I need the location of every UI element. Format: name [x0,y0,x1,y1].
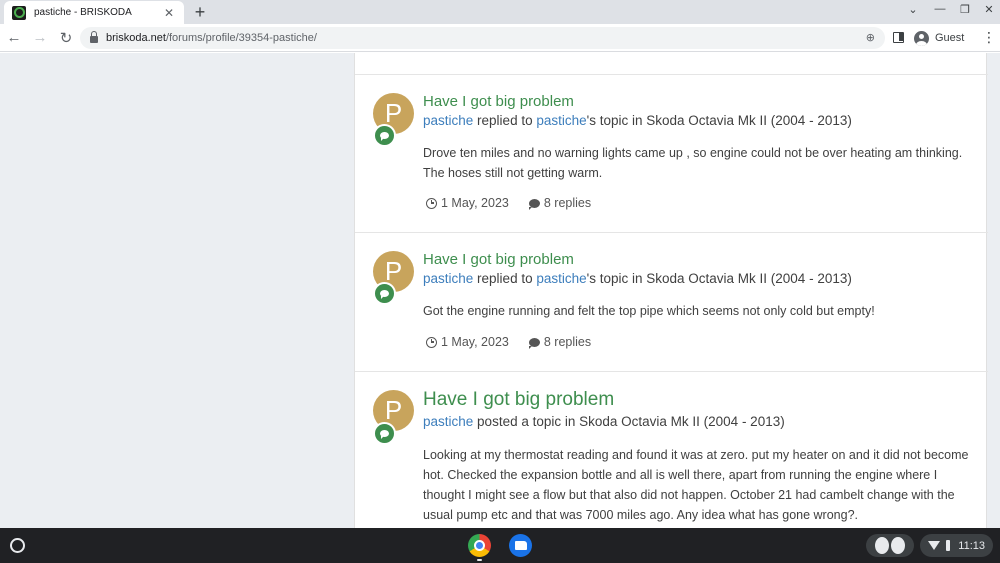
browser-tab[interactable]: pastiche - BRISKODA ✕ [4,1,184,24]
activity-item: P Have I got big problem pastiche posted… [355,372,988,528]
post-date[interactable]: 1 May, 2023 [441,335,509,349]
zoom-icon[interactable]: ⊕ [866,31,875,44]
page-viewport: P Have I got big problem pastiche replie… [0,53,1000,528]
topic-owner-link[interactable]: pastiche [536,113,586,128]
author-link[interactable]: pastiche [423,113,473,128]
restore-icon[interactable]: ❐ [955,3,975,16]
topic-suffix: 's topic in Skoda Octavia Mk II (2004 - … [586,113,852,128]
post-title-link[interactable]: Have I got big problem [423,389,614,411]
side-panel-icon[interactable] [893,32,904,43]
holding-space-tray[interactable] [866,534,914,557]
post-title-link[interactable]: Have I got big problem [423,251,574,268]
guest-avatar-icon [914,30,929,46]
activity-stream: P Have I got big problem pastiche replie… [354,53,988,528]
post-stats: 1 May, 2023 8 replies [426,335,591,349]
url-host: briskoda.net [106,32,166,44]
lock-icon[interactable] [90,31,98,43]
os-shelf: 11:13 [0,528,1000,563]
chrome-app-icon[interactable] [468,534,491,557]
post-meta: pastiche replied to pastiche's topic in … [423,113,852,128]
address-bar[interactable]: briskoda.net/forums/profile/39354-pastic… [80,27,885,49]
reply-count: 8 replies [543,196,592,210]
reply-badge [373,124,396,147]
status-tray[interactable]: 11:13 [920,534,993,557]
clock-icon [426,336,437,348]
post-body: Got the engine running and felt the top … [423,304,875,318]
profile-button[interactable]: Guest [912,28,970,48]
author-link[interactable]: pastiche [423,414,473,429]
comment-icon [528,198,540,210]
system-clock: 11:13 [958,539,985,552]
post-title-link[interactable]: Have I got big problem [423,93,574,110]
activity-item: P Have I got big problem pastiche replie… [355,75,988,232]
launcher-icon[interactable] [10,538,25,553]
running-indicator [477,559,482,561]
clock-icon [426,197,437,209]
activity-item: P Have I got big problem pastiche replie… [355,233,988,371]
post-date[interactable]: 1 May, 2023 [441,196,509,210]
reply-count: 8 replies [543,335,592,349]
browser-toolbar: ← → ↻ briskoda.net/forums/profile/39354-… [0,24,1000,52]
minimize-icon[interactable]: — [930,3,950,15]
close-window-icon[interactable]: ✕ [979,3,999,16]
reload-icon[interactable]: ↻ [54,26,78,50]
profile-label: Guest [935,32,965,44]
battery-icon [946,540,951,551]
topic-suffix: 's topic in Skoda Octavia Mk II (2004 - … [586,271,852,286]
action-text: replied to [473,113,537,128]
menu-dots-icon[interactable]: ⋮ [982,30,996,44]
action-text: posted a topic in Skoda Octavia Mk II (2… [473,414,785,429]
tab-title: pastiche - BRISKODA [34,7,132,18]
reply-badge [373,282,396,305]
forward-icon[interactable]: → [28,26,52,50]
comment-icon [380,290,389,299]
author-link[interactable]: pastiche [423,271,473,286]
tab-search-icon[interactable]: ⌄ [903,3,923,16]
tab-close-icon[interactable]: ✕ [162,6,176,20]
wifi-icon [928,541,940,550]
tab-strip: pastiche - BRISKODA ✕ + ⌄ — ❐ ✕ [0,0,1000,24]
post-stats: 1 May, 2023 8 replies [426,196,591,210]
files-app-icon[interactable] [509,534,532,557]
thumbnail-icon [891,537,905,554]
thumbnail-icon [875,537,889,554]
comments-icon [380,430,389,439]
back-icon[interactable]: ← [2,26,26,50]
post-meta: pastiche posted a topic in Skoda Octavia… [423,414,785,429]
new-tab-button[interactable]: + [190,2,210,22]
topic-owner-link[interactable]: pastiche [536,271,586,286]
topic-badge [373,422,396,445]
url-text[interactable]: briskoda.net/forums/profile/39354-pastic… [106,32,317,44]
url-path: /forums/profile/39354-pastiche/ [165,32,317,44]
action-text: replied to [473,271,537,286]
comment-icon [380,132,389,141]
post-body: Looking at my thermostat reading and fou… [423,448,969,522]
comment-icon [528,337,540,349]
briskoda-favicon-icon [12,5,26,20]
post-body: Drove ten miles and no warning lights ca… [423,146,963,180]
post-meta: pastiche replied to pastiche's topic in … [423,271,852,286]
